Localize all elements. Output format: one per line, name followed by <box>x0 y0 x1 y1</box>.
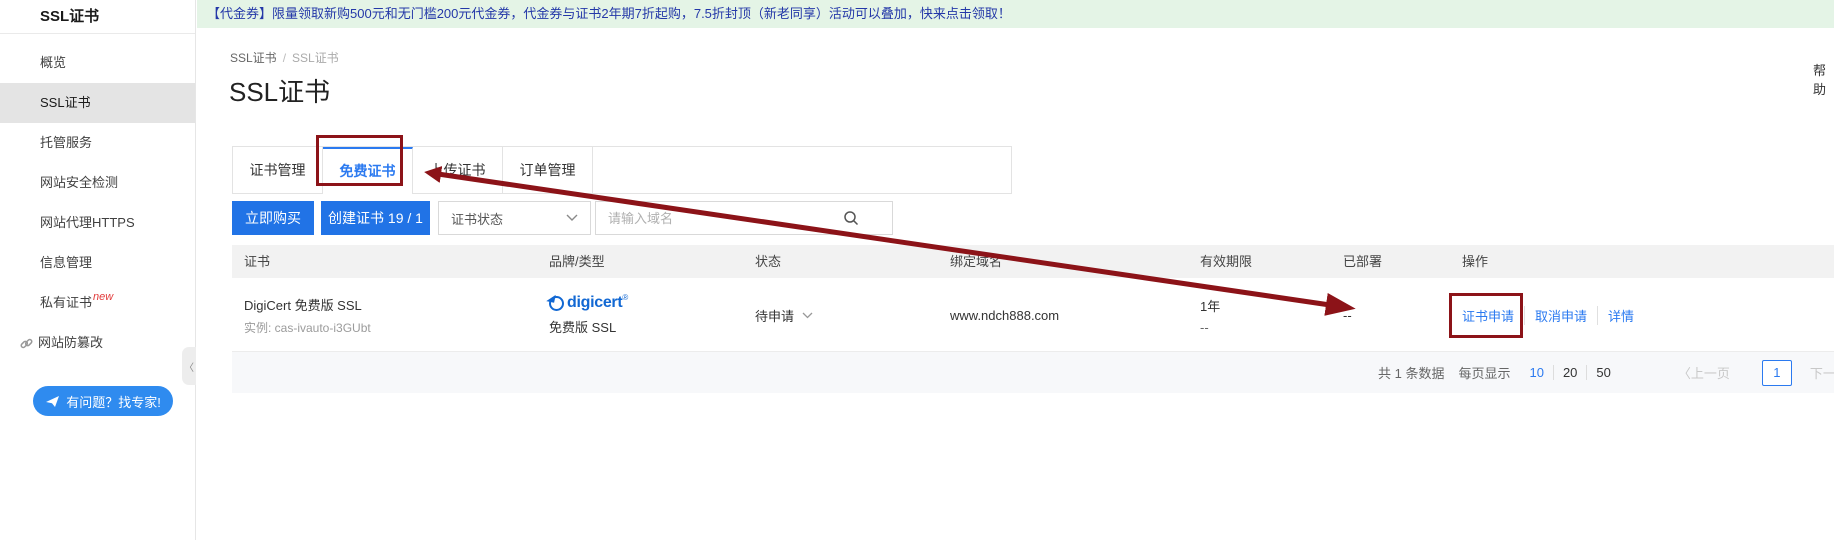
sidebar-item-anti-tampering[interactable]: 网站防篡改 <box>0 323 195 363</box>
tab-upload-cert[interactable]: 上传证书 <box>413 147 503 193</box>
cert-status-select-value: 证书状态 <box>451 209 503 228</box>
digicert-logo: digicert® <box>549 294 628 312</box>
tab-free-cert[interactable]: 免费证书 <box>323 147 413 193</box>
sidebar-item-label: 概览 <box>40 55 66 70</box>
digicert-logo-text: digicert <box>567 294 622 312</box>
cert-name: DigiCert 免费版 SSL <box>244 295 371 314</box>
breadcrumb-current: SSL证书 <box>292 51 339 65</box>
status-cell: 待申请 <box>755 278 813 352</box>
sidebar-item-label: 托管服务 <box>40 135 92 150</box>
domain-cell: www.ndch888.com <box>950 278 1059 352</box>
sidebar-collapse-handle[interactable]: 〈 <box>182 347 196 385</box>
column-header-validity: 有效期限 <box>1200 245 1252 278</box>
per-page-label: 每页显示 <box>1458 363 1510 382</box>
actions-cell: 证书申请 取消申请 详情 <box>1462 278 1644 352</box>
breadcrumb-separator: / <box>283 51 286 65</box>
sidebar-item-label: 私有证书 <box>40 295 92 310</box>
pagination-controls: 共 1 条数据 每页显示 10 20 50 〈上一页 1 下一页 〉 <box>1378 352 1834 393</box>
chevron-down-icon[interactable] <box>802 312 813 319</box>
cancel-apply-link[interactable]: 取消申请 <box>1524 306 1597 325</box>
sidebar-title: SSL证书 <box>0 0 195 34</box>
column-header-status: 状态 <box>755 245 781 278</box>
sidebar-item-site-proxy-https[interactable]: 网站代理HTTPS <box>0 203 195 243</box>
prev-page-button[interactable]: 〈上一页 <box>1678 363 1730 382</box>
table-row: DigiCert 免费版 SSL 实例: cas-ivauto-i3GUbt d… <box>232 278 1834 352</box>
page-size-options: 10 20 50 <box>1520 365 1619 380</box>
column-header-actions: 操作 <box>1462 245 1488 278</box>
sidebar-item-label: SSL证书 <box>40 95 91 110</box>
apply-cert-link[interactable]: 证书申请 <box>1462 306 1524 325</box>
page-size-20[interactable]: 20 <box>1553 365 1586 380</box>
column-header-deployed: 已部署 <box>1343 245 1382 278</box>
cert-cell: DigiCert 免费版 SSL 实例: cas-ivauto-i3GUbt <box>244 278 371 352</box>
tab-label: 订单管理 <box>520 162 576 178</box>
tab-label: 上传证书 <box>430 162 486 178</box>
current-page-button[interactable]: 1 <box>1762 360 1792 386</box>
buy-now-button[interactable]: 立即购买 <box>232 201 314 235</box>
sidebar-menu: 概览 SSL证书 托管服务 网站安全检测 网站代理HTTPS 信息管理 私有证书… <box>0 43 195 363</box>
help-link[interactable]: 帮助 <box>1813 60 1834 98</box>
sidebar-item-info-management[interactable]: 信息管理 <box>0 243 195 283</box>
validity-value: 1年 <box>1200 296 1220 315</box>
tab-label: 证书管理 <box>250 162 306 178</box>
sidebar-item-site-security-check[interactable]: 网站安全检测 <box>0 163 195 203</box>
breadcrumb-root[interactable]: SSL证书 <box>230 51 277 65</box>
tab-order-management[interactable]: 订单管理 <box>503 147 593 193</box>
promo-banner[interactable]: 【代金券】限量领取新购500元和无门槛200元代金券，代金券与证书2年期7折起购… <box>197 0 1834 28</box>
column-header-brand-type: 品牌/类型 <box>549 245 605 278</box>
column-header-cert: 证书 <box>244 245 270 278</box>
link-icon <box>20 337 33 350</box>
promo-banner-text: 【代金券】限量领取新购500元和无门槛200元代金券，代金券与证书2年期7折起购… <box>207 6 1011 21</box>
deployed-value: -- <box>1343 308 1352 323</box>
sidebar-item-overview[interactable]: 概览 <box>0 43 195 83</box>
chevron-down-icon <box>566 214 578 222</box>
cert-status-select[interactable]: 证书状态 <box>438 201 591 235</box>
pagination-bar: 共 1 条数据 每页显示 10 20 50 〈上一页 1 下一页 〉 <box>232 352 1834 393</box>
sidebar-item-label: 网站安全检测 <box>40 175 118 190</box>
bound-domain: www.ndch888.com <box>950 308 1059 323</box>
page-size-50[interactable]: 50 <box>1586 365 1619 380</box>
paper-plane-icon <box>45 395 60 408</box>
table-header: 证书 品牌/类型 状态 绑定域名 有效期限 已部署 操作 <box>232 245 1834 278</box>
tab-bar: 证书管理 免费证书 上传证书 订单管理 <box>232 146 1012 194</box>
validity-sub-value: -- <box>1200 320 1220 335</box>
brand-type: 免费版 SSL <box>549 317 628 336</box>
page-title: SSL证书 <box>229 72 330 109</box>
sidebar-item-label: 网站代理HTTPS <box>40 215 135 230</box>
details-link[interactable]: 详情 <box>1597 306 1644 325</box>
sidebar-item-private-cert[interactable]: 私有证书new <box>0 283 195 323</box>
breadcrumb: SSL证书 / SSL证书 <box>230 49 339 66</box>
validity-cell: 1年 -- <box>1200 278 1220 352</box>
sidebar: SSL证书 概览 SSL证书 托管服务 网站安全检测 网站代理HTTPS 信息管… <box>0 0 196 540</box>
column-header-bound-domain: 绑定域名 <box>950 245 1002 278</box>
next-page-button[interactable]: 下一页 〉 <box>1810 363 1834 382</box>
chevron-left-icon: 〈 <box>184 359 194 374</box>
status-value: 待申请 <box>755 306 794 325</box>
search-icon <box>843 210 859 226</box>
total-count-label: 共 1 条数据 <box>1378 363 1444 382</box>
sidebar-item-hosting-service[interactable]: 托管服务 <box>0 123 195 163</box>
sidebar-item-ssl-cert[interactable]: SSL证书 <box>0 83 195 123</box>
tab-cert-management[interactable]: 证书管理 <box>233 147 323 193</box>
sidebar-item-label: 信息管理 <box>40 255 92 270</box>
registered-trademark-symbol: ® <box>622 293 628 302</box>
ask-expert-button[interactable]: 有问题？找专家! <box>33 386 173 416</box>
ask-expert-label: 有问题？找专家! <box>66 392 161 411</box>
page-size-10[interactable]: 10 <box>1520 365 1552 380</box>
create-cert-button[interactable]: 创建证书 19 / 1 <box>321 201 430 235</box>
domain-search-input[interactable] <box>595 201 810 235</box>
digicert-ring-icon <box>549 296 564 311</box>
cert-instance-id: 实例: cas-ivauto-i3GUbt <box>244 319 371 336</box>
sidebar-item-label: 网站防篡改 <box>38 323 103 363</box>
brand-cell: digicert® 免费版 SSL <box>549 278 628 352</box>
search-button[interactable] <box>809 201 893 235</box>
tab-label: 免费证书 <box>340 163 396 179</box>
new-badge: new <box>93 291 113 303</box>
deployed-cell: -- <box>1343 278 1352 352</box>
